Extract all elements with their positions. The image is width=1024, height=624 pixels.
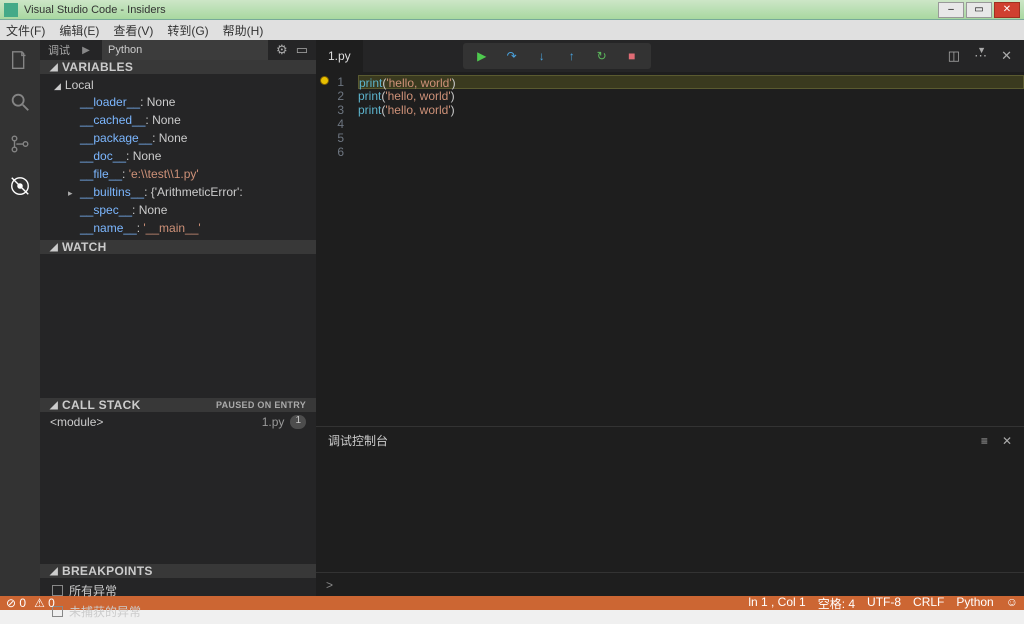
step-into-icon[interactable]: ↓ [535, 49, 549, 63]
window-controls: – ▭ ✕ [938, 2, 1020, 18]
variables-panel: ◢Local __loader__: None__cached__: None_… [40, 74, 316, 240]
window-titlebar: Visual Studio Code - Insiders – ▭ ✕ [0, 0, 1024, 20]
status-cursor[interactable]: ln 1 , Col 1 [748, 595, 805, 612]
stop-icon[interactable]: ■ [625, 49, 639, 63]
debug-console-title: 调试控制台 [328, 432, 388, 449]
restart-icon[interactable]: ↻ [595, 49, 609, 63]
source-control-icon[interactable] [8, 132, 32, 156]
variable-item[interactable]: __doc__: None [40, 148, 316, 166]
callstack-panel: <module> 1.py 1 [40, 412, 316, 432]
split-editor-icon[interactable]: ◫ [948, 48, 960, 64]
callstack-panel-header[interactable]: ◢CALL STACK PAUSED ON ENTRY [40, 398, 316, 412]
close-panel-icon[interactable]: ✕ [1002, 434, 1012, 448]
filter-icon[interactable]: ≡ [981, 434, 988, 448]
menu-file[interactable]: 文件(F) [6, 22, 45, 39]
search-icon[interactable] [8, 90, 32, 114]
status-warnings[interactable]: ⚠ 0 [34, 596, 55, 610]
callstack-status: PAUSED ON ENTRY [216, 400, 306, 410]
window-title: Visual Studio Code - Insiders [24, 4, 938, 16]
variable-item[interactable]: __cached__: None [40, 112, 316, 130]
breakpoints-panel: 所有异常 未捕获的异常 [40, 578, 316, 624]
menu-help[interactable]: 帮助(H) [223, 22, 264, 39]
close-button[interactable]: ✕ [994, 2, 1020, 18]
breakpoint-item[interactable]: 所有异常 [40, 580, 316, 601]
variable-item[interactable]: __name__: '__main__' [40, 220, 316, 238]
close-editor-icon[interactable]: ✕ [1001, 48, 1012, 64]
maximize-button[interactable]: ▭ [966, 2, 992, 18]
status-errors[interactable]: ⊘ 0 [6, 596, 26, 610]
sidebar-title: 调试 [48, 42, 70, 58]
step-over-icon[interactable]: ↷ [505, 49, 519, 63]
debug-config-select[interactable] [102, 40, 268, 60]
breakpoint-item[interactable]: 未捕获的异常 [40, 601, 316, 622]
watch-panel-header[interactable]: ◢WATCH [40, 240, 316, 254]
scope-local[interactable]: ◢Local [40, 76, 316, 94]
debug-toolbar: ▶ ↷ ↓ ↑ ↻ ■ [463, 43, 651, 69]
minimize-button[interactable]: – [938, 2, 964, 18]
variable-item[interactable]: __package__: None [40, 130, 316, 148]
breakpoints-panel-header[interactable]: ◢BREAKPOINTS [40, 564, 316, 578]
editor-tab[interactable]: 1.py [316, 40, 363, 72]
status-spaces[interactable]: 空格: 4 [818, 595, 855, 612]
app-icon [4, 3, 18, 17]
breakpoint-indicator[interactable] [320, 76, 329, 85]
variable-item[interactable]: __spec__: None [40, 202, 316, 220]
gutter: 123456 [316, 72, 358, 159]
editor-top: 1.py ▶ ↷ ↓ ↑ ↻ ■ ◫ ⋯ ✕ [316, 40, 1024, 72]
step-out-icon[interactable]: ↑ [565, 49, 579, 63]
debug-console-header: 调试控制台 ≡ ✕ [316, 426, 1024, 454]
menu-edit[interactable]: 编辑(E) [59, 22, 99, 39]
explorer-icon[interactable] [8, 48, 32, 72]
editor-area: 1.py ▶ ↷ ↓ ↑ ↻ ■ ◫ ⋯ ✕ 123456 print('hel… [316, 40, 1024, 596]
feedback-icon[interactable]: ☺ [1006, 595, 1018, 612]
variables-panel-header[interactable]: ◢VARIABLES [40, 60, 316, 74]
status-eol[interactable]: CRLF [913, 595, 944, 612]
activity-bar [0, 40, 40, 596]
gear-icon[interactable]: ⚙ [276, 42, 288, 58]
menu-bar: 文件(F) 编辑(E) 查看(V) 转到(G) 帮助(H) [0, 20, 1024, 40]
variable-item[interactable]: __loader__: None [40, 94, 316, 112]
continue-icon[interactable]: ▶ [475, 49, 489, 63]
watch-panel [40, 254, 316, 398]
debug-console-icon[interactable]: ▭ [296, 42, 308, 58]
debug-console-body[interactable] [316, 454, 1024, 572]
menu-goto[interactable]: 转到(G) [167, 22, 208, 39]
status-language[interactable]: Python [956, 595, 993, 612]
debug-icon[interactable] [8, 174, 32, 198]
code-editor[interactable]: 123456 print('hello, world')print('hello… [316, 72, 1024, 159]
menu-view[interactable]: 查看(V) [113, 22, 153, 39]
debug-console-input[interactable]: > [316, 572, 1024, 596]
start-debug-icon[interactable]: ▶ [82, 45, 90, 56]
app-body: 调试 ▶ ▼ ⚙ ▭ ◢VARIABLES ◢Local __loader__:… [0, 40, 1024, 596]
checkbox[interactable] [52, 585, 63, 596]
variable-item[interactable]: ▸__builtins__: {'ArithmeticError': [40, 184, 316, 202]
sidebar-header: 调试 ▶ ▼ ⚙ ▭ [40, 40, 316, 60]
status-encoding[interactable]: UTF-8 [867, 595, 901, 612]
debug-sidebar: 调试 ▶ ▼ ⚙ ▭ ◢VARIABLES ◢Local __loader__:… [40, 40, 316, 596]
more-icon[interactable]: ⋯ [974, 48, 987, 64]
variable-item[interactable]: __file__: 'e:\\test\\1.py' [40, 166, 316, 184]
stack-frame[interactable]: <module> 1.py 1 [40, 412, 316, 432]
